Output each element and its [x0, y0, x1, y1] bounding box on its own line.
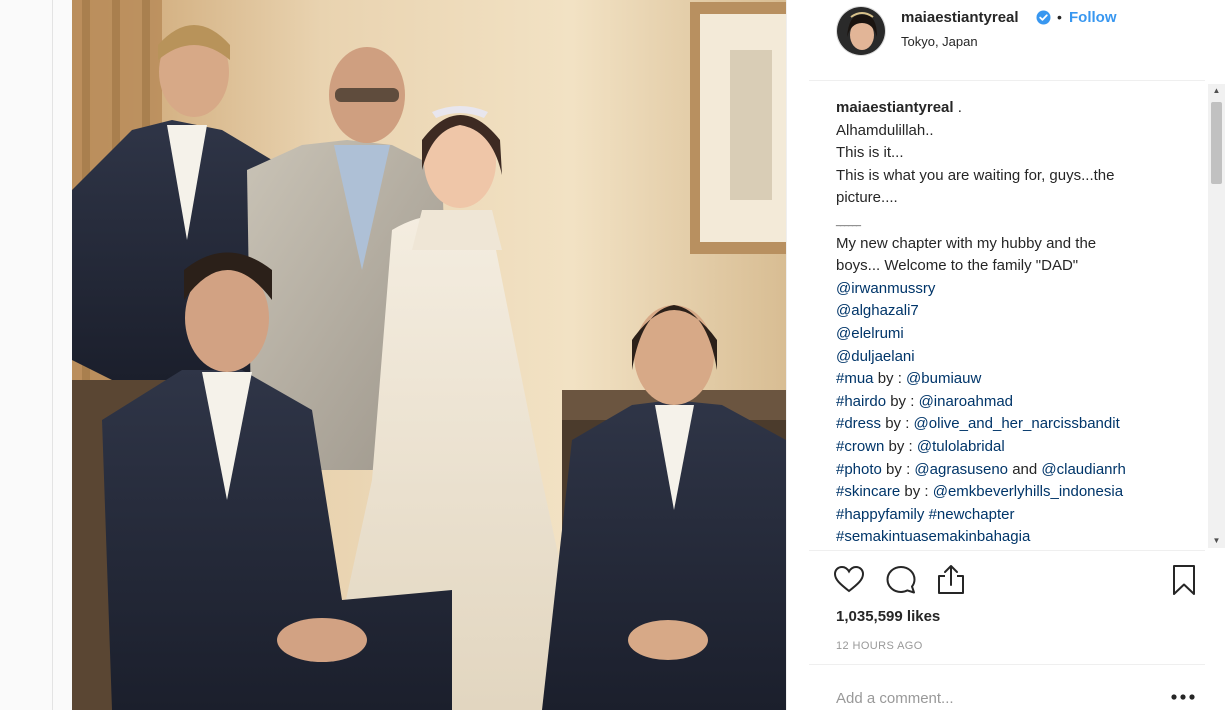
credit-by-text: by :	[886, 392, 919, 410]
scroll-up-arrow-icon[interactable]: ▲	[1208, 84, 1225, 98]
share-icon[interactable]	[934, 563, 968, 597]
scroll-thumb[interactable]	[1211, 102, 1222, 184]
actions-divider	[809, 550, 1205, 551]
header-divider	[809, 80, 1205, 81]
caption-text-line: boys... Welcome to the family "DAD"	[836, 257, 1079, 275]
hashtag-link[interactable]: #crown	[836, 438, 884, 455]
caption-text-line: This is it...	[836, 144, 904, 162]
caption-author-line: maiaestiantyreal .	[836, 97, 1216, 120]
mention-link[interactable]: @bumiauw	[906, 370, 981, 387]
mention-link[interactable]: @irwanmussry	[836, 280, 935, 297]
comment-input[interactable]	[836, 686, 1166, 710]
hashtag-link[interactable]: #happyfamily	[836, 506, 924, 523]
hashtag-link[interactable]: #newchapter	[929, 506, 1015, 523]
caption-divider-text: ______	[836, 215, 861, 226]
mention-link[interactable]: @elelrumi	[836, 325, 904, 342]
avatar-image	[837, 7, 885, 55]
header-separator: •	[1057, 9, 1062, 25]
heart-icon[interactable]	[832, 563, 866, 597]
comment-bubble-icon[interactable]	[884, 563, 918, 597]
more-options-icon[interactable]	[1168, 688, 1198, 706]
mention-link[interactable]: @emkbeverlyhills_indonesia	[933, 483, 1123, 500]
post-header: maiaestiantyreal • Follow Tokyo, Japan	[787, 0, 1231, 72]
likes-count[interactable]: 1,035,599 likes	[836, 608, 940, 625]
post-location[interactable]: Tokyo, Japan	[901, 34, 978, 49]
avatar[interactable]	[836, 6, 886, 56]
credit-and-text: and	[1008, 460, 1042, 478]
hashtag-link[interactable]: #hairdo	[836, 393, 886, 410]
gutter-edge	[52, 0, 53, 710]
post-timestamp[interactable]: 12 HOURS AGO	[836, 640, 923, 652]
credit-by-text: by :	[881, 460, 915, 478]
mention-link[interactable]: @claudianrh	[1041, 461, 1125, 478]
scroll-down-arrow-icon[interactable]: ▼	[1208, 534, 1225, 548]
hashtag-link[interactable]: #photo	[836, 461, 882, 478]
post-photo[interactable]	[72, 0, 786, 710]
verified-badge-icon	[1036, 10, 1051, 25]
hashtag-link[interactable]: #dress	[836, 415, 881, 432]
caption-text-line: Alhamdulillah..	[836, 121, 934, 139]
caption-text-line: picture....	[836, 189, 898, 207]
post-sidebar: maiaestiantyreal • Follow Tokyo, Japan m…	[786, 0, 1231, 710]
mention-link[interactable]: @olive_and_her_narcissbandit	[914, 415, 1120, 432]
caption-scrollbar[interactable]: ▲ ▼	[1208, 84, 1225, 548]
mention-link[interactable]: @duljaelani	[836, 348, 915, 365]
comment-divider	[809, 664, 1205, 665]
follow-button[interactable]: Follow	[1069, 9, 1117, 26]
hashtag-link[interactable]: #semakintuasemakinbahagia	[836, 528, 1030, 545]
caption-author[interactable]: maiaestiantyreal	[836, 99, 954, 116]
post-caption: maiaestiantyreal . Alhamdulillah.. This …	[836, 97, 1216, 549]
credit-by-text: by :	[873, 370, 907, 388]
credit-by-text: by :	[884, 437, 917, 455]
credit-by-text: by :	[900, 483, 933, 501]
post-photo-image	[72, 0, 786, 710]
caption-author-suffix: .	[953, 99, 962, 116]
caption-text-line: My new chapter with my hubby and the	[836, 234, 1097, 252]
bookmark-icon[interactable]	[1167, 563, 1201, 597]
mention-link[interactable]: @agrasuseno	[914, 461, 1008, 478]
left-gutter	[0, 0, 72, 710]
credit-by-text: by :	[881, 415, 914, 433]
hashtag-link[interactable]: #mua	[836, 370, 874, 387]
mention-link[interactable]: @inaroahmad	[919, 393, 1013, 410]
caption-text-line: This is what you are waiting for, guys..…	[836, 166, 1115, 184]
post-username[interactable]: maiaestiantyreal	[901, 9, 1019, 26]
mention-link[interactable]: @alghazali7	[836, 302, 919, 319]
hashtag-link[interactable]: #skincare	[836, 483, 900, 500]
mention-link[interactable]: @tulolabridal	[917, 438, 1005, 455]
